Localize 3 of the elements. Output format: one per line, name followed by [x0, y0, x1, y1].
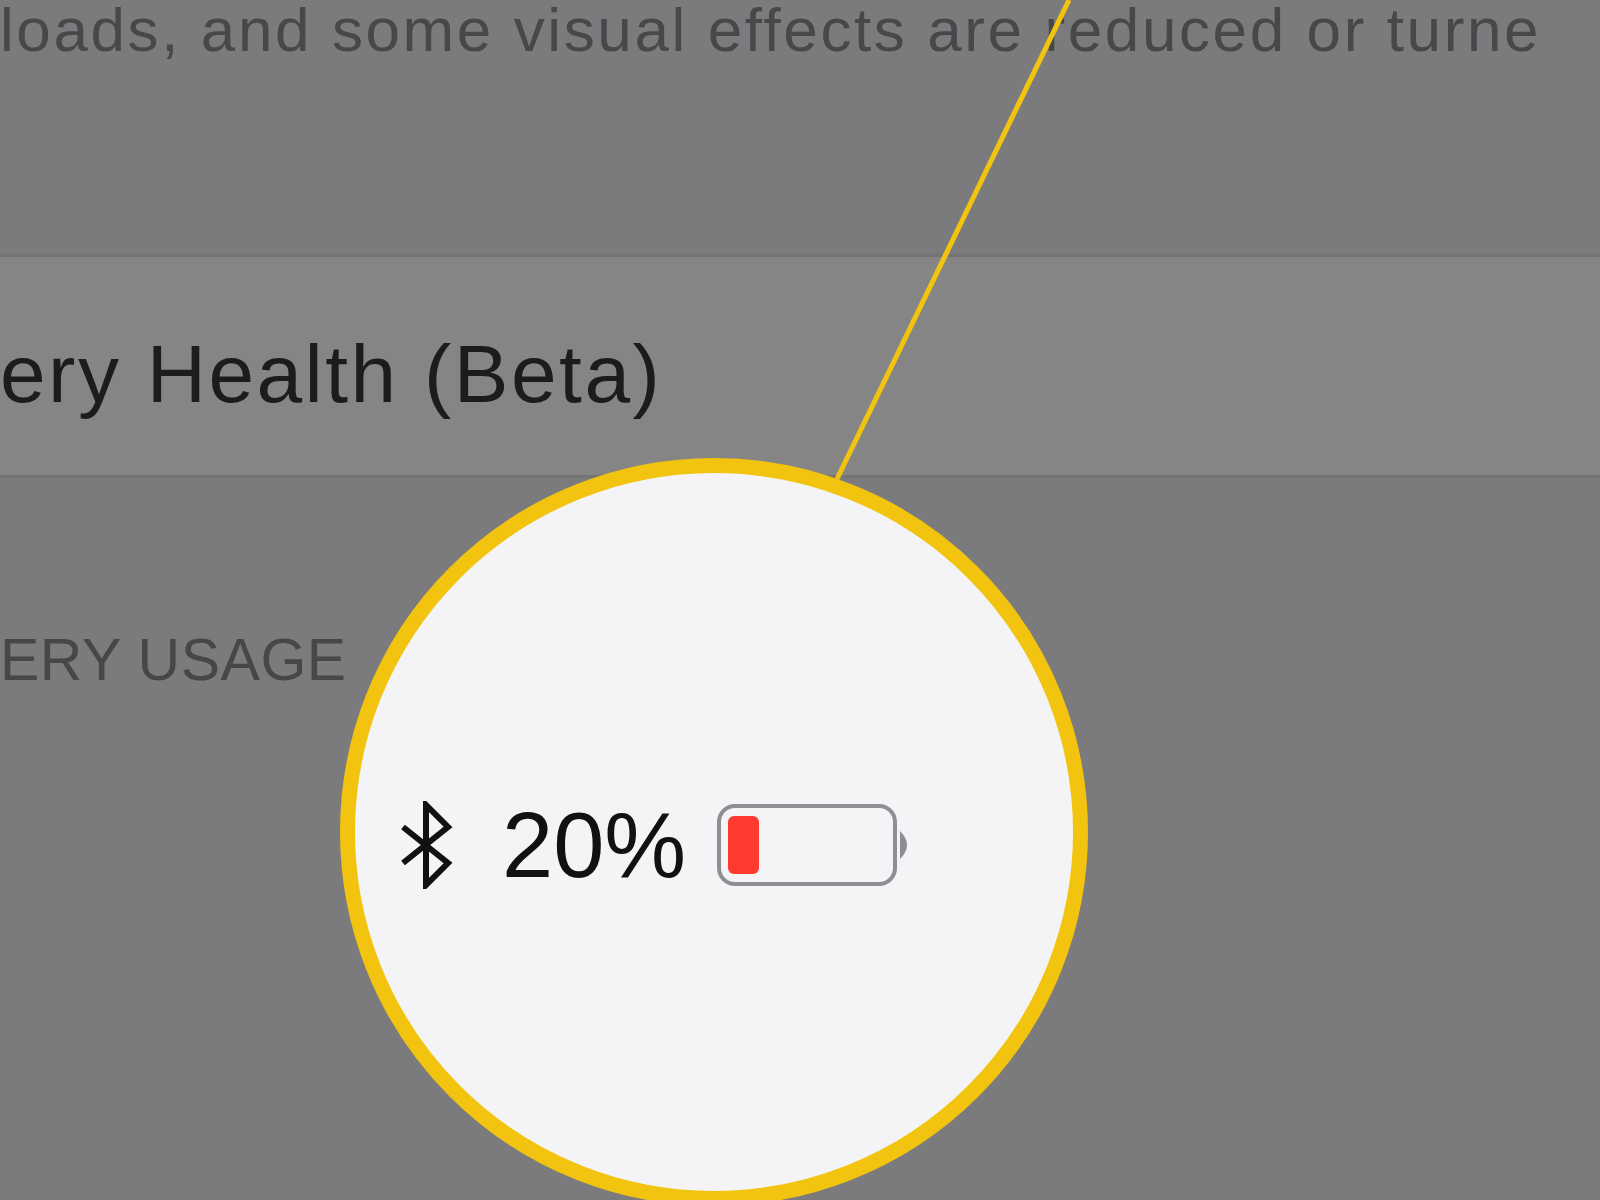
settings-row[interactable]: ery Health (Beta) — [0, 254, 1600, 478]
battery-percentage: 20% — [502, 799, 687, 891]
bluetooth-icon — [398, 801, 454, 889]
